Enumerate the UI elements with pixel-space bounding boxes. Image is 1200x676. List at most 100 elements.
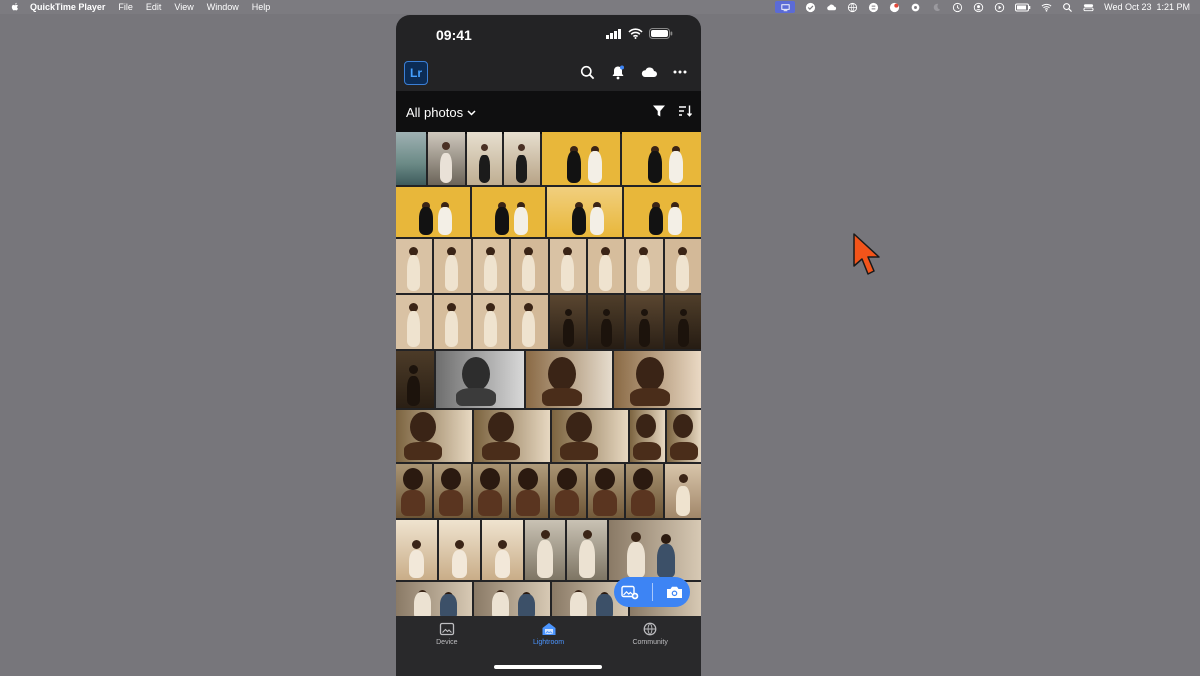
photo-row xyxy=(396,410,701,462)
menu-help[interactable]: Help xyxy=(252,2,271,12)
menubar-clock[interactable]: Wed Oct 23 1:21 PM xyxy=(1104,2,1190,12)
photo-row xyxy=(396,187,701,237)
photo-thumbnail[interactable] xyxy=(664,295,701,349)
photo-thumbnail[interactable] xyxy=(396,239,433,293)
search-icon[interactable] xyxy=(578,63,596,81)
album-label: All photos xyxy=(406,105,464,120)
menu-view[interactable]: View xyxy=(174,2,193,12)
wifi-icon[interactable] xyxy=(1041,2,1052,13)
photo-thumbnail[interactable] xyxy=(472,239,510,293)
photo-thumbnail[interactable] xyxy=(511,239,548,293)
photo-thumbnail[interactable] xyxy=(474,582,550,616)
photo-thumbnail[interactable] xyxy=(482,520,523,580)
tab-device[interactable]: Device xyxy=(396,616,498,676)
photo-thumbnail[interactable] xyxy=(472,464,510,518)
cloud-icon[interactable] xyxy=(826,2,837,13)
photo-thumbnail[interactable] xyxy=(549,295,586,349)
photo-thumbnail[interactable] xyxy=(552,410,628,462)
sync-icon[interactable] xyxy=(868,2,879,13)
photo-thumbnail[interactable] xyxy=(547,187,622,237)
photo-thumbnail[interactable] xyxy=(396,351,434,408)
ios-status-bar: 09:41 xyxy=(396,15,701,53)
album-dropdown[interactable]: All photos xyxy=(406,105,476,120)
photo-row xyxy=(396,295,701,349)
photo-thumbnail[interactable] xyxy=(439,520,480,580)
search-icon[interactable] xyxy=(1062,2,1073,13)
photo-thumbnail[interactable] xyxy=(621,132,701,185)
photo-thumbnail[interactable] xyxy=(664,239,701,293)
photo-thumbnail[interactable] xyxy=(434,464,471,518)
control-center-icon[interactable] xyxy=(1083,2,1094,13)
screen-share-icon[interactable] xyxy=(775,1,796,13)
photo-thumbnail[interactable] xyxy=(664,464,701,518)
photo-thumbnail[interactable] xyxy=(549,464,586,518)
menu-edit[interactable]: Edit xyxy=(146,2,162,12)
iphone-screen: 09:41 Lr All photos Device Lightroom Com… xyxy=(396,15,701,676)
photo-thumbnail[interactable] xyxy=(630,410,665,462)
photo-thumbnail[interactable] xyxy=(436,351,524,408)
photo-thumbnail[interactable] xyxy=(434,295,471,349)
menu-file[interactable]: File xyxy=(118,2,133,12)
sort-icon[interactable] xyxy=(678,104,693,118)
photo-grid xyxy=(396,132,701,616)
more-options-icon[interactable] xyxy=(671,63,689,81)
apple-logo-icon[interactable] xyxy=(10,2,20,12)
tab-community[interactable]: Community xyxy=(599,616,701,676)
photo-thumbnail[interactable] xyxy=(472,295,510,349)
import-photo-icon[interactable] xyxy=(620,585,639,600)
lightroom-home-icon xyxy=(542,623,555,635)
filter-icon[interactable] xyxy=(652,104,666,118)
photo-thumbnail[interactable] xyxy=(609,520,701,580)
cloud-sync-icon[interactable] xyxy=(640,63,658,81)
photo-thumbnail[interactable] xyxy=(472,187,545,237)
battery-icon[interactable] xyxy=(1015,2,1031,13)
add-photos-fab xyxy=(614,577,690,607)
photo-thumbnail[interactable] xyxy=(396,187,470,237)
home-indicator[interactable] xyxy=(494,665,602,669)
photo-row xyxy=(396,239,701,293)
menu-window[interactable]: Window xyxy=(207,2,239,12)
photo-thumbnail[interactable] xyxy=(526,351,612,408)
camera-icon[interactable] xyxy=(666,585,683,599)
app-menu[interactable]: QuickTime Player xyxy=(30,2,105,12)
notification-bell-icon[interactable] xyxy=(609,63,627,81)
play-icon[interactable] xyxy=(994,2,1005,13)
photo-thumbnail[interactable] xyxy=(626,239,663,293)
globe-icon[interactable] xyxy=(847,2,858,13)
photo-thumbnail[interactable] xyxy=(396,464,433,518)
photo-thumbnail[interactable] xyxy=(474,410,550,462)
photo-thumbnail[interactable] xyxy=(587,295,625,349)
photo-thumbnail[interactable] xyxy=(587,464,625,518)
photo-thumbnail[interactable] xyxy=(567,520,607,580)
photo-thumbnail[interactable] xyxy=(542,132,620,185)
photo-thumbnail[interactable] xyxy=(396,410,472,462)
photo-thumbnail[interactable] xyxy=(396,295,433,349)
globe-icon xyxy=(643,622,657,636)
photo-thumbnail[interactable] xyxy=(626,295,663,349)
photo-thumbnail[interactable] xyxy=(626,464,663,518)
photo-thumbnail[interactable] xyxy=(549,239,586,293)
photo-thumbnail[interactable] xyxy=(434,239,471,293)
photo-thumbnail[interactable] xyxy=(587,239,625,293)
photo-thumbnail[interactable] xyxy=(525,520,565,580)
photo-thumbnail[interactable] xyxy=(427,132,465,185)
photo-thumbnail[interactable] xyxy=(511,295,548,349)
record-icon[interactable] xyxy=(889,2,900,13)
status-area: Wed Oct 23 1:21 PM xyxy=(775,0,1190,14)
lightroom-logo-icon[interactable]: Lr xyxy=(404,61,428,85)
photo-thumbnail[interactable] xyxy=(396,520,437,580)
moon-icon[interactable] xyxy=(931,2,942,13)
photo-thumbnail[interactable] xyxy=(396,132,426,185)
photo-thumbnail[interactable] xyxy=(511,464,548,518)
photo-thumbnail[interactable] xyxy=(624,187,701,237)
photo-row xyxy=(396,464,701,518)
clock-icon[interactable] xyxy=(952,2,963,13)
checkmark-icon[interactable] xyxy=(805,2,816,13)
photo-thumbnail[interactable] xyxy=(396,582,472,616)
photo-thumbnail[interactable] xyxy=(466,132,503,185)
photo-thumbnail[interactable] xyxy=(666,410,701,462)
user-icon[interactable] xyxy=(973,2,984,13)
gear-icon[interactable] xyxy=(910,2,921,13)
photo-thumbnail[interactable] xyxy=(504,132,541,185)
photo-thumbnail[interactable] xyxy=(614,351,701,408)
